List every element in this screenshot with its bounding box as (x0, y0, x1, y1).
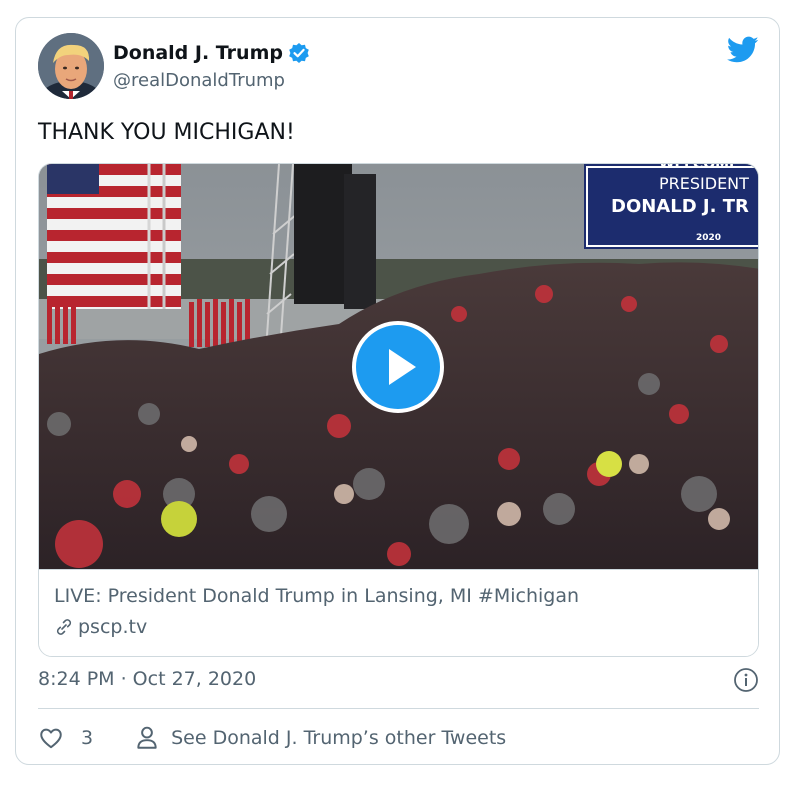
twitter-bird-icon[interactable] (726, 36, 759, 64)
tweet-text: THANK YOU MICHIGAN! (38, 120, 295, 145)
tweet-actions: 3 See Donald J. Trump’s other Tweets (38, 723, 506, 753)
author-display-name[interactable]: Donald J. Trump (113, 42, 283, 64)
sign-welcome-text: WELCOME (659, 164, 739, 172)
tweet-timestamp[interactable]: 8:24 PM · Oct 27, 2020 (38, 668, 256, 690)
like-count: 3 (81, 727, 94, 749)
author-name-row[interactable]: Donald J. Trump (113, 42, 310, 64)
see-other-tweets-link[interactable]: See Donald J. Trump’s other Tweets (135, 725, 506, 751)
sign-year-text: 2020 (696, 233, 721, 243)
play-icon (389, 349, 416, 385)
link-domain-row[interactable]: pscp.tv (54, 616, 147, 638)
verified-badge-icon (288, 42, 310, 64)
link-icon (54, 617, 74, 637)
media-link-card[interactable]: WELCOME PRESIDENT DONALD J. TR 2020 LIVE… (38, 163, 759, 657)
play-button[interactable] (352, 321, 444, 413)
video-thumbnail[interactable]: WELCOME PRESIDENT DONALD J. TR 2020 (39, 164, 758, 569)
heart-icon (40, 728, 62, 749)
like-button[interactable]: 3 (38, 725, 93, 751)
see-other-tweets-label[interactable]: See Donald J. Trump’s other Tweets (171, 727, 506, 749)
sign-president-text: PRESIDENT (659, 174, 749, 193)
tweet-card: Donald J. Trump @realDonaldTrump THANK Y… (15, 17, 780, 765)
divider (38, 708, 759, 709)
link-title[interactable]: LIVE: President Donald Trump in Lansing,… (54, 585, 579, 607)
link-card-footer[interactable]: LIVE: President Donald Trump in Lansing,… (39, 569, 758, 656)
author-avatar[interactable] (38, 33, 104, 99)
link-domain[interactable]: pscp.tv (78, 616, 147, 638)
person-icon (137, 726, 157, 749)
author-handle[interactable]: @realDonaldTrump (113, 70, 285, 91)
sign-name-text: DONALD J. TR (611, 196, 749, 217)
info-icon[interactable] (733, 667, 759, 693)
